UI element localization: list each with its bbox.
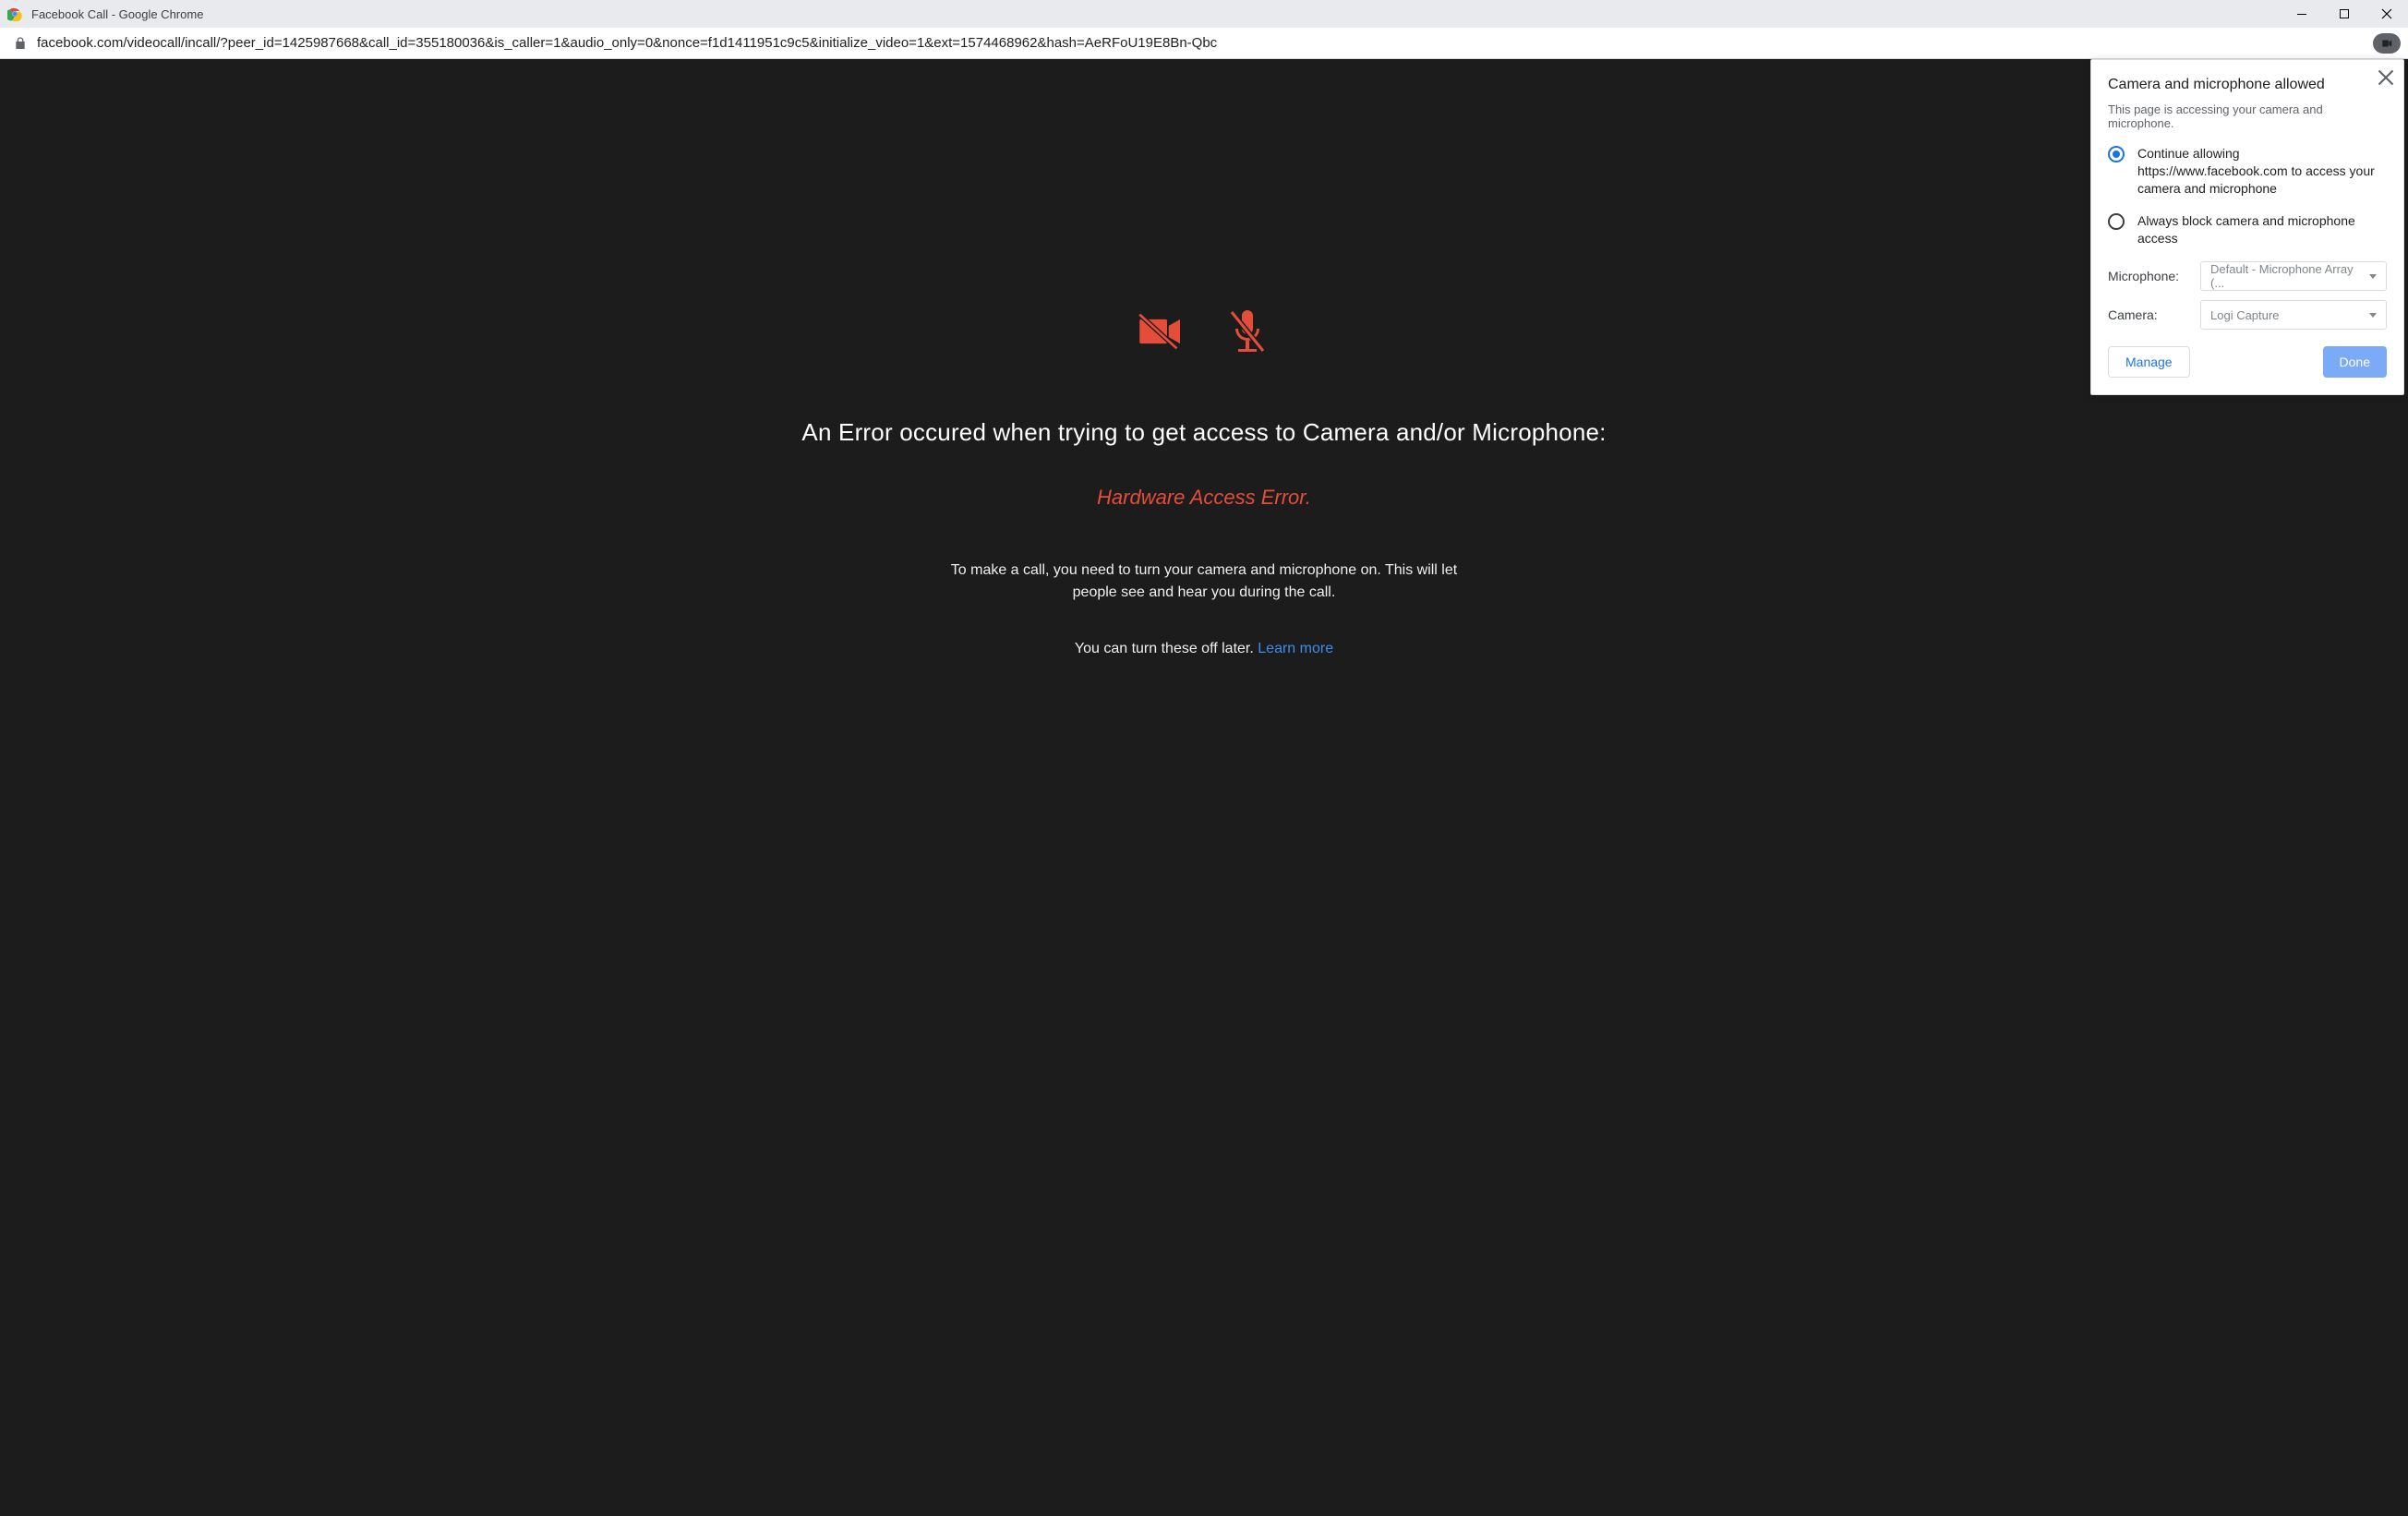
url-text[interactable]: facebook.com/videocall/incall/?peer_id=1… — [37, 35, 2364, 51]
camera-off-icon — [1135, 308, 1186, 359]
page-content: An Error occured when trying to get acce… — [0, 59, 2408, 1516]
learn-more-link[interactable]: Learn more — [1258, 641, 1333, 656]
microphone-label: Microphone: — [2108, 269, 2191, 283]
chrome-favicon — [7, 6, 22, 21]
maximize-button[interactable] — [2323, 0, 2366, 28]
error-title: An Error occured when trying to get acce… — [801, 418, 1606, 447]
close-icon[interactable] — [2378, 69, 2394, 86]
address-bar: facebook.com/videocall/incall/?peer_id=1… — [0, 28, 2408, 59]
camera-indicator-chip[interactable] — [2373, 33, 2401, 54]
error-later-text: You can turn these off later. Learn more — [801, 641, 1606, 657]
later-prefix: You can turn these off later. — [1075, 641, 1258, 656]
error-panel: An Error occured when trying to get acce… — [801, 308, 1606, 657]
camera-row: Camera: Logi Capture — [2108, 300, 2387, 330]
option-allow[interactable]: Continue allowing https://www.facebook.c… — [2108, 145, 2387, 198]
camera-value: Logi Capture — [2210, 308, 2279, 322]
window-controls — [2281, 0, 2408, 28]
error-subtitle: Hardware Access Error. — [801, 486, 1606, 510]
popover-title: Camera and microphone allowed — [2108, 77, 2387, 93]
permission-popover: Camera and microphone allowed This page … — [2090, 59, 2404, 395]
radio-unselected-icon — [2108, 213, 2125, 230]
done-button[interactable]: Done — [2323, 346, 2387, 378]
manage-button[interactable]: Manage — [2108, 346, 2190, 378]
radio-selected-icon — [2108, 146, 2125, 162]
chrome-window: Facebook Call - Google Chrome facebook.c… — [0, 0, 2408, 1516]
camera-label: Camera: — [2108, 307, 2191, 322]
popover-buttons: Manage Done — [2108, 346, 2387, 378]
microphone-value: Default - Microphone Array (... — [2210, 262, 2369, 290]
titlebar: Facebook Call - Google Chrome — [0, 0, 2408, 28]
window-title: Facebook Call - Google Chrome — [31, 7, 2281, 21]
error-icons — [801, 308, 1606, 359]
microphone-row: Microphone: Default - Microphone Array (… — [2108, 261, 2387, 291]
microphone-select[interactable]: Default - Microphone Array (... — [2200, 261, 2387, 291]
option-block-label: Always block camera and microphone acces… — [2137, 212, 2387, 247]
popover-subtitle: This page is accessing your camera and m… — [2108, 102, 2387, 130]
minimize-button[interactable] — [2281, 0, 2323, 28]
error-description: To make a call, you need to turn your ca… — [945, 559, 1463, 604]
camera-select[interactable]: Logi Capture — [2200, 300, 2387, 330]
chevron-down-icon — [2369, 274, 2377, 279]
option-allow-label: Continue allowing https://www.facebook.c… — [2137, 145, 2387, 198]
lock-icon[interactable] — [13, 36, 28, 51]
option-block[interactable]: Always block camera and microphone acces… — [2108, 212, 2387, 247]
mic-off-icon — [1222, 308, 1273, 359]
close-window-button[interactable] — [2366, 0, 2408, 28]
chevron-down-icon — [2369, 313, 2377, 318]
